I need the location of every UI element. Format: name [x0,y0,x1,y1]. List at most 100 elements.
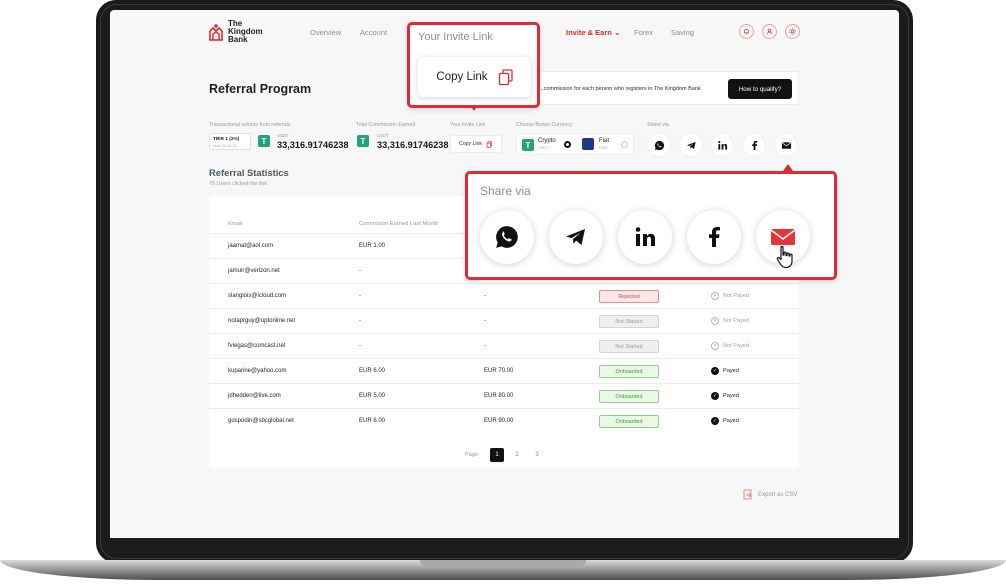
page-1-button[interactable]: 1 [490,448,504,462]
row-email: notaprguy@optonline.net [228,318,296,324]
invite-copy-link-button[interactable]: Copy Link [418,57,531,97]
telegram-icon [686,141,696,149]
nav-forex[interactable]: Forex [634,28,653,37]
row-divider [209,308,799,309]
email-icon [770,229,796,245]
share-telegram-button[interactable] [679,133,703,157]
nav-saving[interactable]: Saving [671,28,694,37]
volume-currency: USDT [277,133,289,138]
status-badge: Onboarded [599,390,659,403]
share-whatsapp-button[interactable] [647,133,671,157]
export-icon [743,489,752,500]
eu-flag-icon [582,138,594,150]
x-circle-icon: × [711,317,719,325]
row-commission-last-month: - [359,318,361,324]
commission-currency: USDT [377,133,389,138]
copy-link-button[interactable]: Copy Link [450,135,502,153]
invite-callout-pointer [470,105,478,111]
row-commission-last-month: EUR 5.00 [359,393,386,399]
column-header-email[interactable]: Email [228,221,243,227]
row-commission-last-month: - [359,268,361,274]
row-commission-total: - [484,318,486,324]
x-circle-icon: × [711,292,719,300]
payment-status: ✓ Payed [711,417,739,425]
share-email-button[interactable] [774,133,798,157]
share-whatsapp-large-button[interactable] [480,210,534,264]
payment-status: ✓ Payed [711,392,739,400]
crypto-icon: T [522,139,534,151]
row-email: gospodin@sbcglobal.net [228,418,294,424]
page-2-button[interactable]: 2 [510,448,524,462]
linkedin-icon [635,227,655,246]
row-divider [209,358,799,359]
share-facebook-large-button[interactable] [687,210,741,264]
payment-label: Not Payed [723,343,750,349]
x-circle-icon: × [711,342,719,350]
page-title: Referral Program [209,82,312,96]
whatsapp-icon [496,226,518,248]
invite-callout-caption: Your Invite Link [418,31,493,43]
check-icon: ✓ [711,367,719,375]
nav-overview[interactable]: Overview [310,28,341,37]
brand-logo[interactable]: The Kingdom Bank [208,20,272,44]
payment-status: × Not Payed [711,317,749,325]
row-email: kuparine@yahoo.com [228,368,287,374]
user-icon[interactable] [762,24,777,39]
usdt-icon: T [258,135,270,147]
linkedin-icon [717,140,727,150]
nav-account[interactable]: Account [360,28,387,37]
check-icon: ✓ [711,417,719,425]
copy-icon [486,140,492,148]
payment-label: Not Payed [723,293,750,299]
row-commission-last-month: - [359,343,361,349]
payment-status: ✓ Payed [711,367,739,375]
crypto-option[interactable]: Crypto [538,138,556,144]
invite-link-callout: Your Invite Link Copy Link [407,22,540,108]
status-badge: Rejected [599,290,659,303]
bell-icon[interactable] [739,24,754,39]
row-commission-total: EUR 80.00 [484,393,514,399]
laptop-base-notch [420,560,586,567]
share-linkedin-button[interactable] [710,133,734,157]
share-telegram-large-button[interactable] [549,210,603,264]
nav-invite-earn[interactable]: Invite & Earn ⌄ [566,28,620,37]
volume-label: Transactional volume from referrals [209,122,291,128]
stats-title: Referral Statistics [209,167,289,178]
facebook-icon [709,227,720,247]
laptop-mockup: The Kingdom Bank Overview Account Invite… [0,0,1006,585]
share-facebook-button[interactable] [742,133,766,157]
row-commission-last-month: EUR 1.00 [359,243,386,249]
payment-status: × Not Payed [711,292,749,300]
hand-cursor-icon [776,245,793,269]
column-header-last-month[interactable]: Commision Earned Last Month [359,221,439,227]
fiat-radio[interactable] [621,141,628,148]
settings-icon[interactable] [785,24,800,39]
info-banner: ...commission for each person who regist… [500,71,799,105]
crypto-radio[interactable] [564,141,571,148]
payment-label: Not Payed [723,318,750,324]
stats-subtitle: 75 Users clicked the link [209,181,268,187]
row-commission-last-month: EUR 6.00 [359,368,386,374]
row-divider [209,333,799,334]
share-linkedin-large-button[interactable] [618,210,672,264]
how-to-qualify-button[interactable]: How to qualify? [728,79,792,99]
whatsapp-icon [654,140,664,150]
volume-amount: 33,316.91746238 [277,140,349,150]
row-commission-total: - [484,293,486,299]
pager-label: Page: [465,452,480,458]
status-badge: Not Started [599,340,659,353]
row-email: jaamat@aol.com [228,243,274,249]
row-commission-last-month: - [359,293,361,299]
currency-selector: T Crypto USDT Fiat EUR [516,133,634,155]
fiat-option[interactable]: Fiat [599,138,609,144]
export-csv-button[interactable]: Export as CSV [743,489,797,500]
status-badge: Onboarded [599,365,659,378]
page-3-button[interactable]: 3 [530,448,544,462]
share-callout-caption: Share via [480,184,531,198]
commission-amount: 33,316.91746238 [377,140,449,150]
telegram-icon [566,229,585,245]
row-commission-total: EUR 70.00 [484,368,514,374]
payment-label: Payed [723,418,739,424]
payment-label: Payed [723,393,739,399]
row-commission-last-month: EUR 6.00 [359,418,386,424]
